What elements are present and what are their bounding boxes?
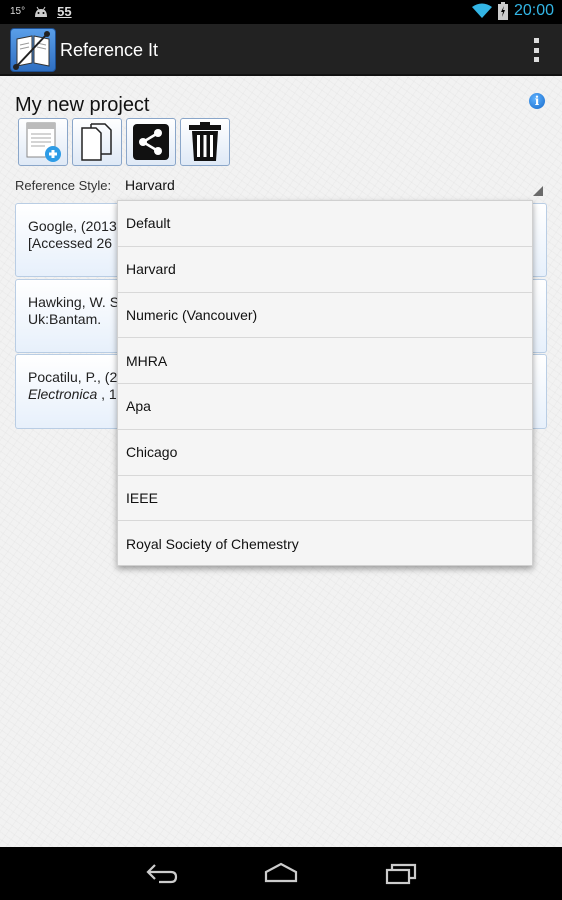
dropdown-option-harvard[interactable]: Harvard: [118, 247, 532, 293]
app-logo-icon[interactable]: [10, 28, 56, 72]
home-icon[interactable]: [263, 861, 299, 885]
weather-temperature: 15°: [10, 6, 26, 17]
project-title: My new project: [15, 94, 150, 116]
recent-apps-icon[interactable]: [384, 861, 418, 885]
wifi-icon: [471, 3, 492, 18]
project-toolbar: [18, 118, 230, 166]
dropdown-option-mhra[interactable]: MHRA: [118, 338, 532, 384]
dropdown-option-rsc[interactable]: Royal Society of Chemestry: [118, 521, 532, 567]
copy-icon: [81, 123, 112, 161]
reference-style-label: Reference Style:: [15, 178, 112, 193]
add-reference-button[interactable]: [18, 118, 68, 166]
add-reference-icon: [26, 122, 61, 162]
navigation-bar: [0, 847, 562, 900]
back-icon[interactable]: [145, 861, 179, 885]
dropdown-option-vancouver[interactable]: Numeric (Vancouver): [118, 293, 532, 339]
android-notification-icon: [35, 6, 48, 17]
reference-journal: Electronica: [28, 386, 98, 402]
share-button[interactable]: [126, 118, 176, 166]
battery-icon: [497, 2, 508, 20]
status-bar: 15° 55 20:00: [0, 0, 562, 24]
overflow-menu-icon[interactable]: [532, 38, 540, 62]
dropdown-option-default[interactable]: Default: [118, 201, 532, 247]
action-bar: Reference It: [0, 24, 562, 76]
reference-style-spinner[interactable]: Harvard: [125, 177, 175, 193]
trash-icon: [189, 122, 221, 161]
delete-button[interactable]: [180, 118, 230, 166]
dropdown-option-chicago[interactable]: Chicago: [118, 430, 532, 476]
clock: 20:00: [513, 2, 554, 19]
spinner-arrow-icon: [533, 186, 543, 196]
reference-style-dropdown: Default Harvard Numeric (Vancouver) MHRA…: [117, 200, 533, 566]
app-title: Reference It: [60, 40, 159, 60]
info-icon[interactable]: i: [529, 93, 545, 109]
dropdown-option-ieee[interactable]: IEEE: [118, 476, 532, 522]
copy-button[interactable]: [72, 118, 122, 166]
notification-count: 55: [57, 4, 72, 19]
share-icon: [133, 124, 169, 160]
dropdown-option-apa[interactable]: Apa: [118, 384, 532, 430]
